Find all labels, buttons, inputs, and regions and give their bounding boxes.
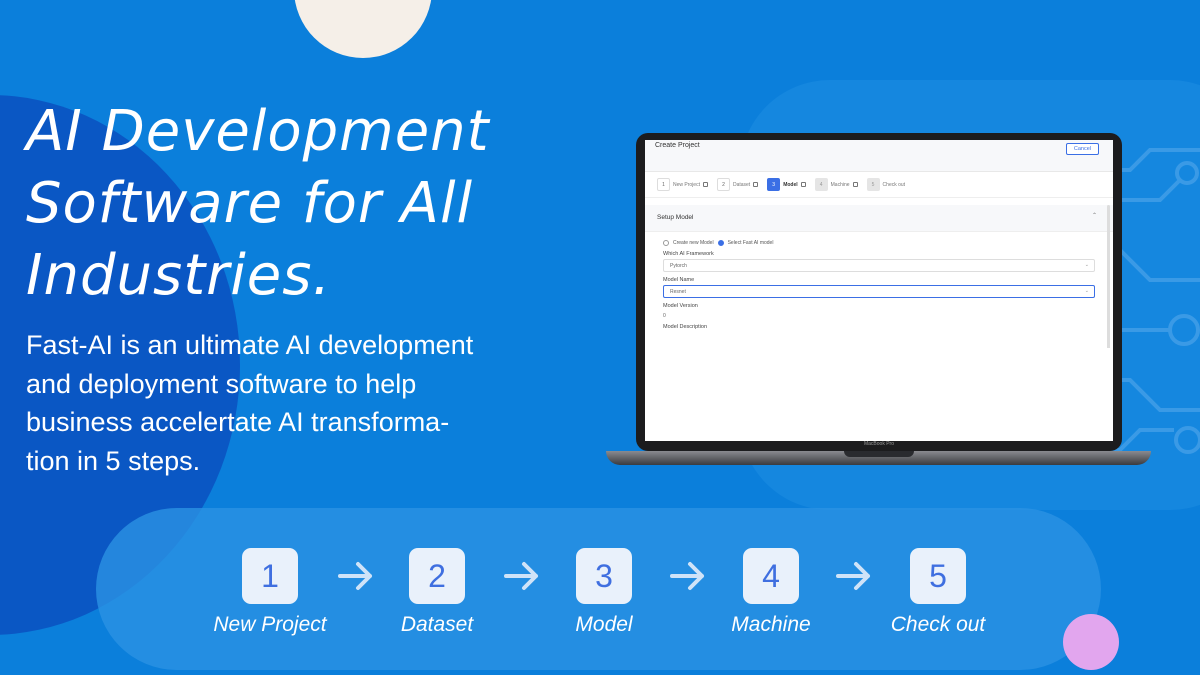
- model-form: Create new Model Select Fast AI model Wh…: [645, 240, 1113, 330]
- step-check-icon: [702, 182, 708, 187]
- section-title: Setup Model: [657, 214, 694, 221]
- workflow-step-4: 4: [743, 548, 799, 604]
- workflow-step-number: 5: [929, 557, 947, 594]
- app-header: Create Project Cancel: [645, 140, 1113, 172]
- workflow-step-5: 5: [910, 548, 966, 604]
- create-project-app: Create Project Cancel 1 New Project 2 Da…: [645, 140, 1113, 441]
- description-line: and deployment software to help: [26, 368, 417, 399]
- step-check-icon: [800, 182, 806, 187]
- description-line: tion in 5 steps.: [26, 445, 201, 476]
- step-check-icon: [753, 182, 759, 187]
- step-label: Dataset: [732, 181, 751, 188]
- step-number: 5: [866, 178, 880, 191]
- step-label: New Project: [673, 181, 700, 188]
- wizard-step-model[interactable]: 3 Model: [767, 178, 810, 191]
- device-brand: MacBook Pro: [863, 441, 894, 447]
- framework-label: Which AI Framework: [663, 251, 714, 257]
- cancel-button[interactable]: Cancel: [1065, 143, 1099, 155]
- workflow-step-label: Dataset: [400, 613, 474, 636]
- workflow-step-number: 1: [261, 557, 279, 594]
- step-label: Model: [783, 181, 798, 188]
- step-number: 1: [657, 178, 670, 191]
- wizard-step-machine[interactable]: 4 Machine: [814, 178, 863, 191]
- description-line: business accelertate AI transforma-: [26, 407, 450, 437]
- workflow-step-number: 3: [595, 557, 613, 594]
- wizard-step-new-project[interactable]: 1 New Project: [657, 178, 713, 191]
- radio-label: Select Fast AI model: [727, 240, 774, 246]
- headline-line: Software for All: [26, 171, 474, 236]
- decor-circle-pink: [1063, 614, 1119, 670]
- wizard-steps: 1 New Project 2 Dataset 3 Model 4 Machin…: [645, 172, 1113, 198]
- workflow-step-1: 1: [242, 548, 298, 604]
- app-title: Create Project: [655, 142, 700, 149]
- wizard-step-check-out[interactable]: 5 Check out: [866, 178, 906, 191]
- chevron-up-icon[interactable]: ⌃: [1092, 212, 1097, 219]
- step-number: 2: [716, 178, 730, 191]
- laptop-screen: Create Project Cancel 1 New Project 2 Da…: [645, 140, 1113, 441]
- model-version-label: Model Version: [663, 303, 698, 309]
- model-description-label: Model Description: [663, 324, 708, 330]
- model-name-select[interactable]: Resnet ⌄: [663, 285, 1095, 298]
- step-number: 4: [814, 178, 828, 191]
- step-check-icon: [852, 182, 858, 187]
- step-label: Machine: [830, 181, 850, 188]
- radio-select-fast-ai-model[interactable]: [717, 240, 724, 246]
- headline-line: Industries.: [26, 243, 332, 308]
- headline: AI Development Software for All Industri…: [26, 96, 546, 312]
- laptop-lid: Create Project Cancel 1 New Project 2 Da…: [636, 133, 1122, 451]
- workflow-step-2: 2: [409, 548, 465, 604]
- framework-value: Pytorch: [670, 263, 687, 269]
- headline-line: AI Development: [26, 99, 490, 164]
- arrow-right-icon: [504, 562, 538, 590]
- arrow-right-icon: [670, 562, 704, 590]
- chevron-down-icon: ⌄: [1084, 288, 1089, 294]
- workflow-step-number: 4: [762, 557, 780, 594]
- screen-blank-area: [645, 348, 1113, 441]
- wizard-step-dataset[interactable]: 2 Dataset: [716, 178, 763, 191]
- arrow-right-icon: [338, 562, 372, 590]
- setup-model-section[interactable]: Setup Model ⌃: [645, 205, 1113, 232]
- workflow-step-label: Model: [575, 613, 633, 636]
- decor-circle-cream: [294, 0, 432, 58]
- model-version-value: 0: [663, 313, 666, 319]
- laptop-notch: [844, 451, 914, 457]
- radio-label: Create new Model: [673, 240, 714, 246]
- scrollbar[interactable]: [1107, 205, 1110, 350]
- workflow-step-number: 2: [428, 557, 446, 594]
- framework-select[interactable]: Pytorch ⌄: [663, 259, 1095, 272]
- description-line: Fast-AI is an ultimate AI development: [26, 330, 474, 360]
- workflow-step-3: 3: [576, 548, 632, 604]
- step-label: Check out: [882, 181, 906, 188]
- arrow-right-icon: [836, 562, 870, 590]
- workflow-step-label: New Project: [213, 613, 327, 636]
- chevron-down-icon: ⌄: [1084, 262, 1089, 268]
- model-name-value: Resnet: [670, 289, 686, 295]
- step-number: 3: [767, 178, 781, 191]
- description: Fast-AI is an ultimate AI development an…: [26, 326, 536, 480]
- laptop-mockup: Create Project Cancel 1 New Project 2 Da…: [606, 133, 1151, 478]
- model-source-radios: Create new Model Select Fast AI model: [663, 240, 1095, 246]
- workflow-step-label: Machine: [731, 613, 811, 636]
- workflow-step-label: Check out: [890, 613, 986, 636]
- model-name-label: Model Name: [663, 277, 695, 283]
- radio-create-new-model[interactable]: [663, 240, 669, 246]
